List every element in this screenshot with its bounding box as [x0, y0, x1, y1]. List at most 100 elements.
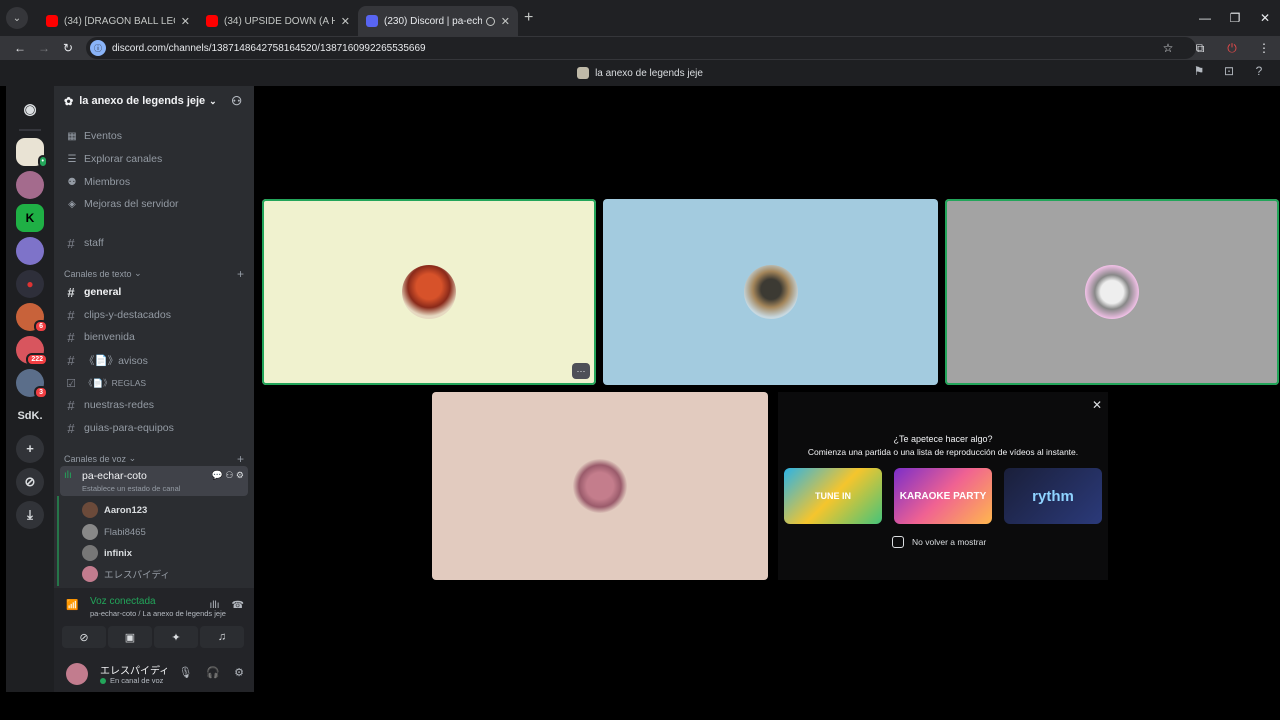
avatar[interactable] [66, 663, 88, 685]
camera-off-icon[interactable]: ⊘ [62, 626, 106, 648]
voice-user[interactable]: infinix [82, 543, 132, 563]
server-icon[interactable]: ● [16, 269, 44, 298]
activity-card-rythm[interactable]: rythm [1004, 468, 1102, 524]
voice-user[interactable]: Aaron123 [82, 500, 147, 520]
invite-icon[interactable]: ⚇ [225, 470, 233, 480]
noise-suppression-icon[interactable]: ıllı [210, 600, 220, 611]
browser-tab[interactable]: (34) UPSIDE DOWN (A Hazbin ✕ [198, 6, 358, 36]
server-icon[interactable] [16, 170, 44, 199]
nav-browse-channels[interactable]: ☰ Explorar canales [64, 149, 163, 169]
youtube-icon [206, 15, 218, 27]
list-icon: ☰ [67, 153, 77, 165]
forward-icon[interactable]: → [32, 41, 56, 55]
channel-guias[interactable]: # guias-para-equipos [60, 418, 248, 438]
chat-icon[interactable]: 💬 [212, 470, 223, 480]
server-icon[interactable]: K [16, 203, 44, 232]
flag-icon[interactable]: ⚑ [1184, 64, 1214, 78]
activity-card-karaoke[interactable]: KARAOKE PARTY [894, 468, 992, 524]
reload-icon[interactable]: ↻ [56, 41, 80, 55]
channel-general[interactable]: # general [60, 282, 248, 302]
category-voice[interactable]: Canales de voz ⌄ + [64, 452, 244, 466]
participant-tile[interactable] [945, 199, 1279, 385]
server-icon[interactable]: 222 [16, 335, 48, 366]
voice-connected-title[interactable]: Voz conectada [90, 596, 156, 607]
user-name[interactable]: エレスパイディ [100, 662, 169, 677]
url-text: discord.com/channels/1387148642758164520… [112, 42, 426, 54]
window-controls: — ❐ ✕ [1190, 0, 1280, 36]
server-icon[interactable] [16, 236, 44, 265]
server-icon[interactable]: 6 [16, 302, 48, 333]
channel-status-input[interactable]: Establece un estado de canal [82, 484, 180, 493]
server-text-icon[interactable]: SdK. [16, 402, 44, 430]
hash-icon: # [67, 307, 75, 323]
tab-search-icon[interactable]: ⌄ [6, 7, 28, 29]
avatar [82, 502, 98, 518]
settings-gear-icon[interactable]: ⚙ [234, 667, 244, 679]
title-actions: ⚑ ⊡ ? [1184, 64, 1274, 78]
add-channel-icon[interactable]: + [237, 267, 244, 281]
settings-gear-icon[interactable]: ⚙ [236, 470, 244, 480]
bookmark-star-icon[interactable]: ☆ [1152, 41, 1184, 55]
voice-channel-pa-echar-coto[interactable]: ılı pa-echar-coto Establece un estado de… [60, 466, 248, 496]
close-window-icon[interactable]: ✕ [1250, 11, 1280, 25]
download-icon[interactable]: ⤓ [16, 500, 44, 529]
rules-icon: ☑ [66, 377, 76, 390]
soundboard-icon[interactable]: ♫ [200, 626, 244, 648]
activities-icon[interactable]: ✦ [154, 626, 198, 648]
back-icon[interactable]: ← [8, 41, 32, 55]
signal-icon[interactable]: 📶 [66, 600, 78, 611]
add-channel-icon[interactable]: + [237, 452, 244, 466]
restore-icon[interactable]: ❐ [1220, 11, 1250, 25]
address-bar[interactable]: ⓘ discord.com/channels/13871486427581645… [86, 37, 1196, 59]
channel-staff[interactable]: # staff [60, 233, 248, 253]
dont-show-again-checkbox[interactable]: No volver a mostrar [892, 536, 986, 548]
close-tab-icon[interactable]: ✕ [501, 15, 510, 28]
audio-indicator-icon [485, 16, 495, 26]
browser-tab[interactable]: (34) [DRAGON BALL LEGENDS] ✕ [38, 6, 198, 36]
invite-people-icon[interactable]: ⚇ [231, 94, 242, 108]
help-icon[interactable]: ? [1244, 64, 1274, 78]
channel-clips[interactable]: # clips-y-destacados [60, 305, 248, 325]
voice-user[interactable]: Flabi8465 [82, 522, 146, 542]
server-icon[interactable]: • [16, 137, 48, 168]
server-icon[interactable]: 3 [16, 368, 48, 399]
site-info-icon[interactable]: ⓘ [90, 40, 106, 56]
menu-kebab-icon[interactable]: ⋮ [1248, 41, 1280, 55]
channel-avisos[interactable]: # 《📄》avisos [60, 350, 248, 370]
participant-tile[interactable]: ··· [262, 199, 596, 385]
voice-user[interactable]: エレスパイディ [82, 564, 170, 584]
nav-events[interactable]: ▦ Eventos [64, 126, 122, 146]
channel-bienvenida[interactable]: # bienvenida [60, 327, 248, 347]
profile-icon[interactable]: ⏻ [1216, 41, 1248, 56]
participant-tile[interactable] [603, 199, 938, 385]
headphones-icon[interactable]: 🎧 [206, 667, 220, 679]
channel-reglas[interactable]: ☑ 《📄》REGLAS [60, 373, 248, 393]
activity-card-tunein[interactable]: TUNE IN [784, 468, 882, 524]
browser-tab-active[interactable]: (230) Discord | pa-echar-co ✕ [358, 6, 518, 36]
extensions-icon[interactable]: ⧉ [1184, 41, 1216, 56]
microphone-icon[interactable]: 🎙 [178, 667, 192, 679]
new-tab-icon[interactable]: + [524, 9, 533, 27]
inbox-icon[interactable]: ⊡ [1214, 64, 1244, 78]
unread-badge: 3 [34, 385, 48, 399]
nav-server-boost[interactable]: ◈ Mejoras del servidor [64, 194, 178, 214]
more-options-icon[interactable]: ··· [572, 363, 590, 379]
guild-header[interactable]: ✿ la anexo de legends jeje ⌄ ⚇ [54, 86, 254, 116]
close-tab-icon[interactable]: ✕ [341, 15, 350, 28]
screen-share-icon[interactable]: ▣ [108, 626, 152, 648]
participant-tile[interactable] [432, 392, 768, 580]
add-server-icon[interactable]: + [16, 434, 44, 463]
checkbox[interactable] [892, 536, 904, 548]
discord-home-icon[interactable]: ◉ [16, 95, 44, 123]
disconnect-icon[interactable]: ☎ [232, 600, 244, 611]
nav-members[interactable]: ⚉ Miembros [64, 172, 131, 192]
hash-icon: # [67, 397, 75, 413]
channel-redes[interactable]: # nuestras-redes [60, 395, 248, 415]
discover-compass-icon[interactable]: ⊘ [16, 467, 44, 496]
close-icon[interactable]: ✕ [1092, 398, 1102, 412]
minimize-icon[interactable]: — [1190, 11, 1220, 25]
discord-icon [366, 15, 378, 27]
avatar [573, 459, 627, 513]
close-tab-icon[interactable]: ✕ [181, 15, 190, 28]
category-text[interactable]: Canales de texto ⌄ + [64, 267, 244, 281]
